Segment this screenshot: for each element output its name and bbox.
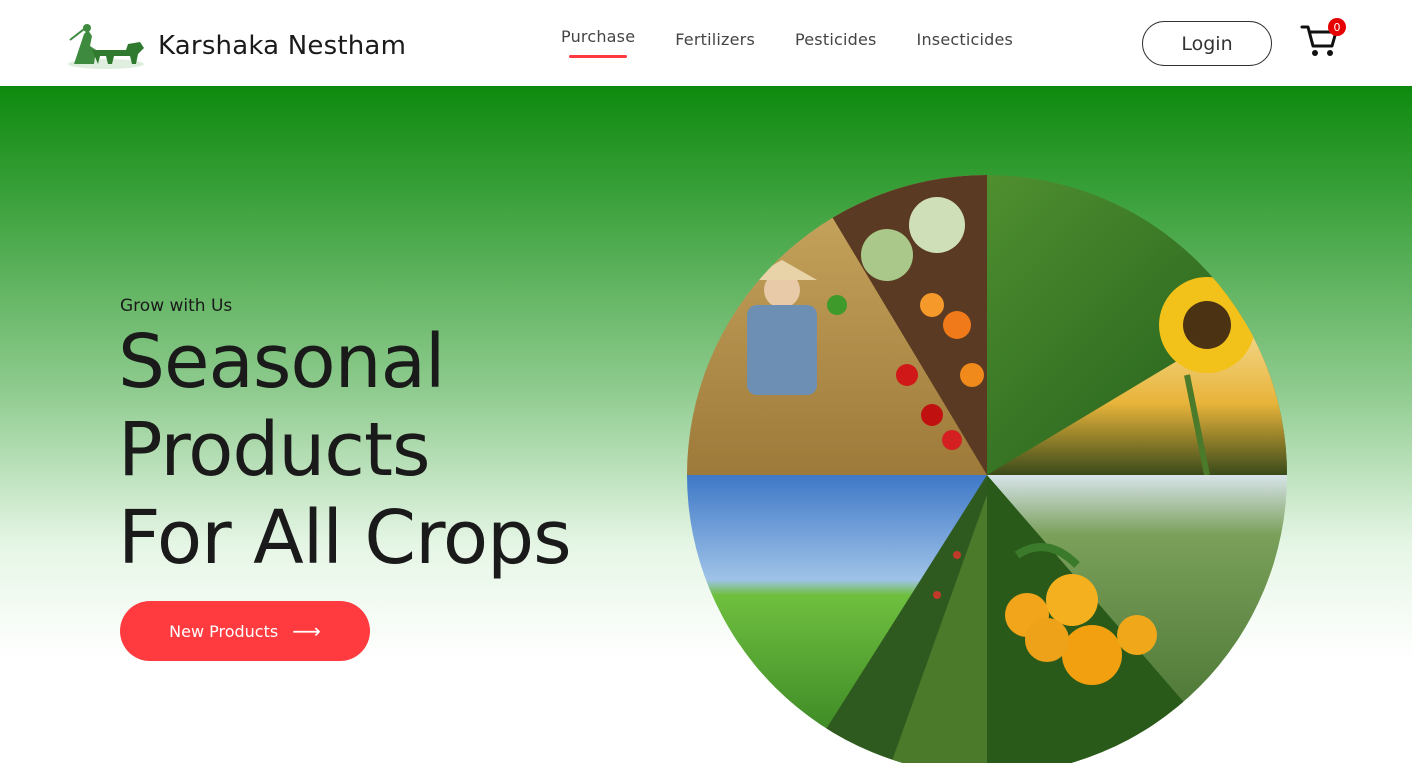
nav-item-insecticides[interactable]: Insecticides xyxy=(917,30,1014,49)
main-nav: Purchase Fertilizers Pesticides Insectic… xyxy=(561,27,1053,58)
new-products-label: New Products xyxy=(169,621,279,641)
headline-line-2: Products xyxy=(118,407,431,493)
headline-line-1: Seasonal xyxy=(118,319,445,405)
top-header: Karshaka Nestham Purchase Fertilizers Pe… xyxy=(0,0,1412,86)
nav-item-purchase[interactable]: Purchase xyxy=(561,27,635,58)
cart-count-badge: 0 xyxy=(1328,18,1346,36)
headline-line-3: For All Crops xyxy=(118,495,572,581)
nav-item-pesticides[interactable]: Pesticides xyxy=(795,30,877,49)
hero-headline: Seasonal Products For All Crops xyxy=(118,318,572,582)
crop-collage xyxy=(687,175,1287,763)
nav-item-fertilizers[interactable]: Fertilizers xyxy=(675,30,755,49)
brand[interactable]: Karshaka Nestham xyxy=(66,20,406,72)
farmer-plough-logo-icon xyxy=(68,24,144,69)
login-button[interactable]: Login xyxy=(1142,21,1272,66)
new-products-button[interactable]: New Products ⟶ xyxy=(120,601,370,661)
hero-tagline: Grow with Us xyxy=(120,296,233,316)
arrow-right-icon: ⟶ xyxy=(292,619,321,643)
cart-button[interactable]: 0 xyxy=(1300,18,1346,58)
hero-section: Grow with Us Seasonal Products For All C… xyxy=(0,86,1412,763)
brand-name: Karshaka Nestham xyxy=(158,31,407,61)
